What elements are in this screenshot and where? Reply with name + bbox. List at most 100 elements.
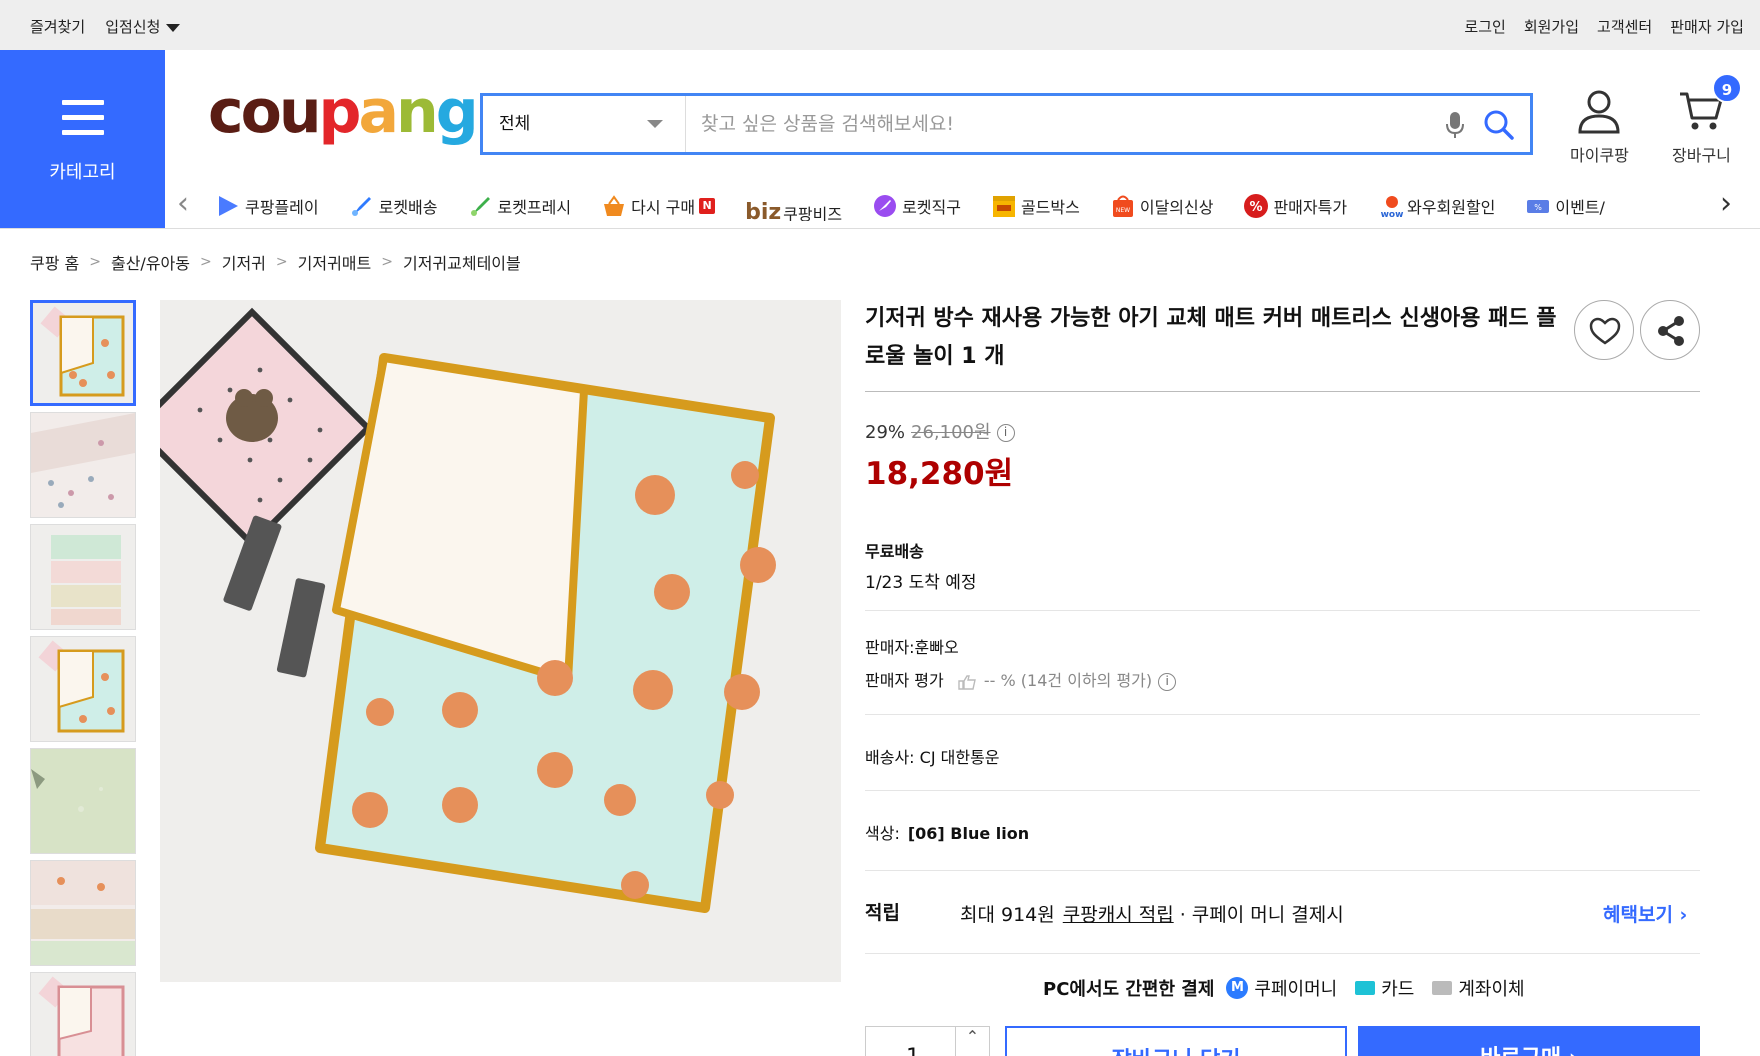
thumbnail-image — [31, 413, 135, 517]
category-strip-label: 로켓배송 — [378, 198, 438, 217]
breadcrumb: 쿠팡 홈 > 출산/유아동 > 기저귀 > 기저귀매트 > 기저귀교체테이블 — [30, 250, 521, 274]
seller-name[interactable]: 판매자:훈빠오 — [865, 634, 959, 658]
search-scope-value: 전체 — [499, 114, 531, 134]
play-icon — [215, 193, 241, 219]
thumbnail-4[interactable] — [30, 636, 136, 742]
benefit-link[interactable]: 혜택보기 › — [1603, 900, 1687, 927]
mycoupang-button[interactable]: 마이쿠팡 — [1570, 88, 1629, 166]
product-photo — [160, 300, 841, 982]
discount-row: 29% 26,100원 i — [865, 418, 1015, 444]
share-button[interactable] — [1640, 300, 1700, 360]
thumbnail-3[interactable] — [30, 524, 136, 630]
chevron-right-icon[interactable]: › — [1720, 189, 1732, 219]
add-to-cart-button[interactable]: 장바구니 담기 — [1005, 1026, 1347, 1056]
category-strip-item[interactable]: NEW 이달의신상 — [1110, 193, 1214, 219]
logo-letter: a — [358, 77, 398, 147]
microphone-icon[interactable] — [1445, 110, 1465, 140]
login-link[interactable]: 로그인 — [1464, 16, 1505, 37]
payment-lead: PC에서도 간편한 결제 — [1043, 979, 1215, 1000]
seller-apply-dropdown[interactable]: 입점신청 — [105, 16, 181, 37]
logo-letter: n — [395, 77, 439, 147]
breadcrumb-separator-icon: > — [199, 254, 212, 270]
thumbnail-2[interactable] — [30, 412, 136, 518]
new-bag-icon: NEW — [1110, 193, 1136, 219]
thumbnail-1[interactable] — [30, 300, 136, 406]
user-icon — [1578, 90, 1620, 134]
main-product-image[interactable] — [160, 300, 841, 982]
category-strip-label: 쿠팡비즈 — [783, 204, 843, 222]
breadcrumb-link[interactable]: 기저귀매트 — [298, 250, 372, 274]
category-strip-item[interactable]: % 판매자특가 — [1243, 193, 1347, 219]
thumbnail-list — [30, 300, 136, 1056]
thumbnail-6[interactable] — [30, 860, 136, 966]
reward-title: 적립 — [865, 902, 900, 924]
search-input[interactable] — [687, 96, 1427, 152]
seller-rating-label: 판매자 평가 — [865, 671, 944, 690]
info-icon[interactable]: i — [996, 424, 1015, 442]
category-strip-item[interactable]: 로켓배송 — [349, 193, 438, 219]
rebuy-basket-icon — [601, 193, 627, 219]
logo-letter: c — [208, 77, 244, 147]
svg-text:%: % — [1250, 200, 1263, 215]
seller-rating-value: -- % (14건 이하의 평가) — [983, 671, 1153, 690]
breadcrumb-link[interactable]: 기저귀교체테이블 — [403, 250, 521, 274]
thumbnail-image — [31, 861, 135, 965]
category-strip-item[interactable]: 로켓프레시 — [468, 193, 571, 219]
breadcrumb-link[interactable]: 쿠팡 홈 — [30, 250, 79, 274]
search-icon[interactable] — [1483, 109, 1515, 141]
discount-rate: 29% — [865, 422, 906, 443]
category-strip-item[interactable]: 다시 구매 N — [601, 193, 716, 219]
thumbs-up-icon — [958, 674, 976, 690]
category-strip-item[interactable]: 로켓직구 — [872, 193, 961, 219]
signup-link[interactable]: 회원가입 — [1524, 16, 1579, 37]
product-title: 기저귀 방수 재사용 가능한 아기 교체 매트 커버 매트리스 신생아용 패드 … — [865, 306, 1557, 369]
shipping-title: 무료배송 — [865, 542, 924, 561]
category-strip-item[interactable]: % 이벤트/ — [1525, 193, 1605, 219]
category-strip-item[interactable]: wow 와우회원할인 — [1377, 193, 1495, 220]
category-menu-button[interactable]: 카테고리 — [0, 50, 165, 228]
search-scope-select[interactable]: 전체 — [483, 96, 686, 152]
quantity-stepper[interactable]: 1 ⌃ — [865, 1026, 990, 1056]
category-strip-item[interactable]: biz 쿠팡비즈 — [745, 200, 842, 221]
category-strip-item[interactable]: 쿠팡플레이 — [215, 193, 319, 219]
payment-method-transfer: 계좌이체 — [1458, 979, 1525, 1000]
breadcrumb-link[interactable]: 출산/유아동 — [111, 250, 190, 274]
section-divider — [865, 870, 1700, 871]
rocket-global-icon — [872, 193, 898, 219]
seller-signup-link[interactable]: 판매자 가입 — [1670, 16, 1744, 37]
thumbnail-7[interactable] — [30, 972, 136, 1056]
logo-letter: p — [318, 77, 362, 147]
carrier-row: 배송사: CJ 대한통운 — [865, 744, 1000, 768]
category-strip-label: 이달의신상 — [1139, 198, 1214, 217]
thumbnail-5[interactable] — [30, 748, 136, 854]
quantity-increase-button[interactable]: ⌃ — [955, 1027, 989, 1056]
info-icon[interactable]: i — [1158, 672, 1177, 691]
cart-count-badge: 9 — [1712, 73, 1742, 103]
payment-method-card: 카드 — [1381, 979, 1415, 1000]
category-strip-label: 다시 구매 — [631, 198, 696, 217]
category-strip: ‹ 쿠팡플레이 로켓배송 로켓프레시 다시 구매 Nbiz 쿠팡비즈 로켓직구 골드박스 NEW… — [165, 180, 1760, 228]
heart-icon — [1589, 317, 1621, 345]
category-strip-item[interactable]: 골드박스 — [991, 193, 1080, 219]
chevron-left-icon[interactable]: ‹ — [177, 189, 189, 219]
hamburger-icon — [62, 100, 104, 136]
breadcrumb-link[interactable]: 기저귀 — [222, 250, 266, 274]
coupang-logo[interactable]: coupang — [208, 77, 479, 147]
bookmark-link[interactable]: 즐겨찾기 — [30, 16, 85, 37]
color-label: 색상: — [865, 824, 900, 843]
header-divider — [0, 228, 1760, 229]
section-divider — [865, 790, 1700, 791]
coupay-money-icon: M — [1226, 977, 1249, 999]
thumbnail-image — [31, 749, 135, 853]
seller-apply-label: 입점신청 — [105, 18, 161, 36]
buy-now-button[interactable]: 바로구매 › — [1358, 1026, 1700, 1056]
section-divider — [865, 610, 1700, 611]
new-badge: N — [699, 198, 716, 214]
wishlist-button[interactable] — [1574, 300, 1634, 360]
coupang-cash-link[interactable]: 쿠팡캐시 적립 — [1063, 904, 1174, 926]
quantity-value: 1 — [906, 1045, 920, 1056]
color-value: [06] Blue lion — [907, 824, 1030, 843]
arrival-date: 1/23 도착 예정 — [865, 573, 977, 593]
buy-now-label: 바로구매 — [1480, 1046, 1561, 1056]
customer-center-link[interactable]: 고객센터 — [1597, 16, 1652, 37]
